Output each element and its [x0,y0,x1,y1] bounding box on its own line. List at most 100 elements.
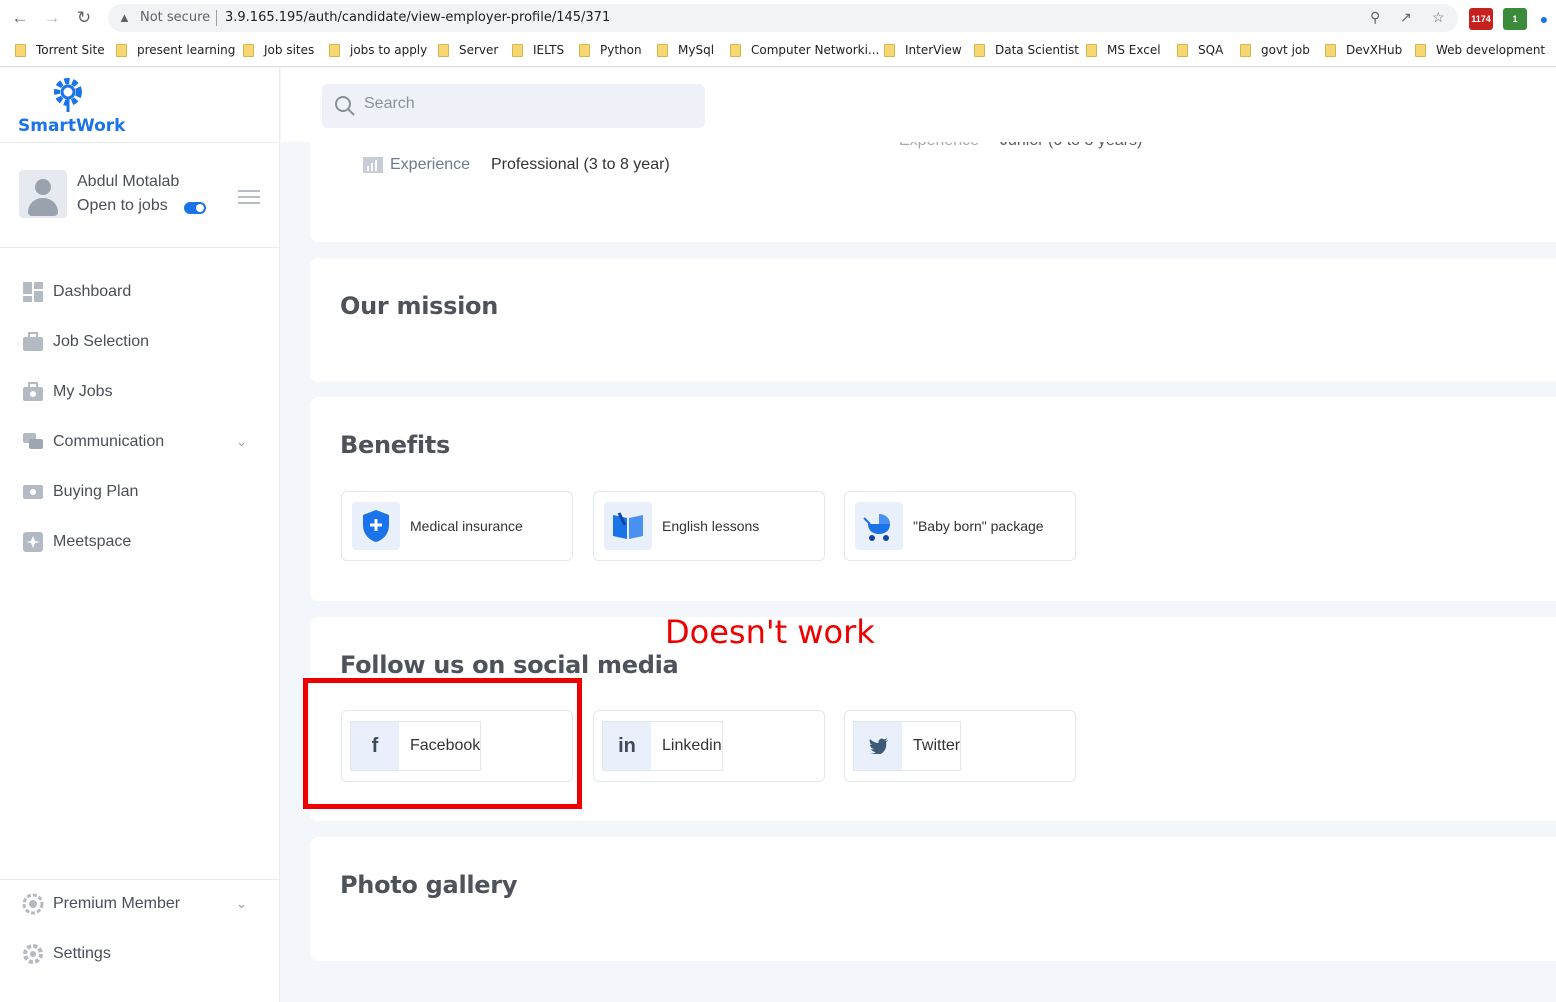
bookmark-label: InterView [905,43,962,57]
chevron-down-icon[interactable]: ⌄ [236,896,247,912]
folder-icon [116,43,127,57]
bookmark-item[interactable]: MS Excel [1086,43,1161,57]
bookmark-label: Job sites [264,43,315,57]
gear-icon [23,944,43,964]
social-title: Follow us on social media [340,651,679,679]
premium-gear-icon [22,893,44,915]
benefit-tile: "Baby born" package [844,491,1076,561]
sidebar-item-buying-plan[interactable]: Buying Plan [0,472,280,512]
browser-toolbar: ← → ↻ ▲ Not secure 3.9.165.195/auth/cand… [0,0,1556,36]
bookmark-item[interactable]: Data Scientist [974,43,1079,57]
sidebar-item-label: Job Selection [53,333,150,350]
folder-icon [579,43,590,57]
linkedin-tile[interactable]: in Linkedin [593,710,825,782]
folder-icon [1177,43,1188,57]
benefit-label: "Baby born" package [913,518,1044,534]
sidebar-item-job-selection[interactable]: Job Selection [0,322,280,362]
sidebar-item-my-jobs[interactable]: My Jobs [0,372,280,412]
menu-icon[interactable] [238,190,260,208]
linkedin-label: Linkedin [662,737,722,754]
annotation-text: Doesn't work [665,613,875,651]
open-to-jobs-toggle[interactable] [184,202,206,214]
logo-text: SmartWork [18,116,126,136]
app-sidebar: SmartWork Abdul Motalab Open to jobs Das… [0,68,280,1002]
benefits-card: Benefits Medical insurance English lesso… [310,397,1556,601]
benefit-label: English lessons [662,518,760,534]
dashboard-icon [23,282,43,302]
sidebar-item-premium[interactable]: Premium Member ⌄ [0,884,280,924]
folder-icon [15,43,26,57]
experience-value: Professional (3 to 8 year) [491,156,670,173]
search-input[interactable] [364,95,684,113]
sidebar-item-meetspace[interactable]: Meetspace [0,522,280,562]
twitter-label: Twitter [913,737,961,754]
profile-info-card: Experience Professional (3 to 8 year) Ex… [310,130,1556,242]
folder-icon [1325,43,1336,57]
folder-icon [512,43,523,57]
briefcase-icon [23,332,43,351]
avatar[interactable] [19,170,67,218]
book-icon [604,502,652,550]
twitter-tile[interactable]: Twitter [844,710,1076,782]
twitter-link[interactable]: Twitter [853,721,962,771]
bookmark-item[interactable]: IELTS [512,43,564,57]
bookmark-label: Computer Networki... [751,43,880,57]
sidebar-item-label: Settings [53,945,111,962]
forward-icon[interactable]: → [42,8,62,28]
bookmark-item[interactable]: Job sites [243,43,314,57]
gmail-extension-icon[interactable]: 1174 [1469,8,1493,30]
bookmark-item[interactable]: present learning [116,43,235,57]
bookmark-label: Torrent Site [36,43,105,57]
shield-icon [352,502,400,550]
gmail-badge: 1174 [1471,14,1491,24]
bookmark-label: MySql [678,43,715,57]
sidebar-item-label: Buying Plan [53,483,139,500]
linkedin-link[interactable]: in Linkedin [602,721,723,771]
bookmarks-bar: Torrent Site present learning Job sites … [0,36,1556,67]
bookmark-item[interactable]: DevXHub [1325,43,1402,57]
warning-icon: ▲ [118,10,131,25]
reload-icon[interactable]: ↻ [74,8,94,28]
chevron-down-icon[interactable]: ⌄ [236,434,247,450]
drop-extension-icon[interactable]: ● [1532,8,1556,30]
key-icon[interactable]: ⚲ [1370,9,1380,26]
profile-name: Abdul Motalab [77,173,180,190]
folder-icon [730,43,741,57]
bookmark-item[interactable]: InterView [884,43,962,57]
experience-label: Experience [390,156,471,173]
gallery-title: Photo gallery [340,871,518,899]
bookmark-item[interactable]: Web development [1415,43,1545,57]
back-icon[interactable]: ← [10,8,30,28]
bookmark-label: IELTS [533,43,565,57]
bookmark-item[interactable]: SQA [1177,43,1223,57]
bookmark-item[interactable]: jobs to apply [329,43,427,57]
bookmark-item[interactable]: govt job [1240,43,1310,57]
bookmark-item[interactable]: Python [579,43,642,57]
star-icon[interactable]: ☆ [1432,9,1445,26]
share-icon[interactable]: ↗ [1400,9,1412,26]
meetspace-icon [23,532,43,552]
sidebar-item-label: Communication [53,433,165,450]
logo-area[interactable]: SmartWork [0,68,280,143]
bookmark-item[interactable]: Computer Networki... [730,43,879,57]
bookmark-item[interactable]: MySql [657,43,714,57]
wallet-icon [23,485,43,499]
bookmark-item[interactable]: Torrent Site [15,43,105,57]
benefit-label: Medical insurance [410,518,523,534]
search-box[interactable] [322,84,705,128]
sidebar-item-communication[interactable]: Communication ⌄ [0,422,280,462]
folder-icon [329,43,340,57]
divider [216,10,217,26]
folder-icon [884,43,895,57]
profile-status: Open to jobs [77,197,168,214]
folder-icon [438,43,449,57]
sidebar-item-settings[interactable]: Settings [0,934,280,974]
benefit-tile: English lessons [593,491,825,561]
url-text[interactable]: 3.9.165.195/auth/candidate/view-employer… [225,10,610,25]
address-bar[interactable]: ▲ Not secure 3.9.165.195/auth/candidate/… [108,4,1458,32]
bookmark-label: present learning [137,43,236,57]
sidebar-item-dashboard[interactable]: Dashboard [0,272,280,312]
bookmark-label: govt job [1261,43,1310,57]
bookmark-item[interactable]: Server [438,43,498,57]
shield-extension-icon[interactable]: 1 [1503,8,1527,30]
